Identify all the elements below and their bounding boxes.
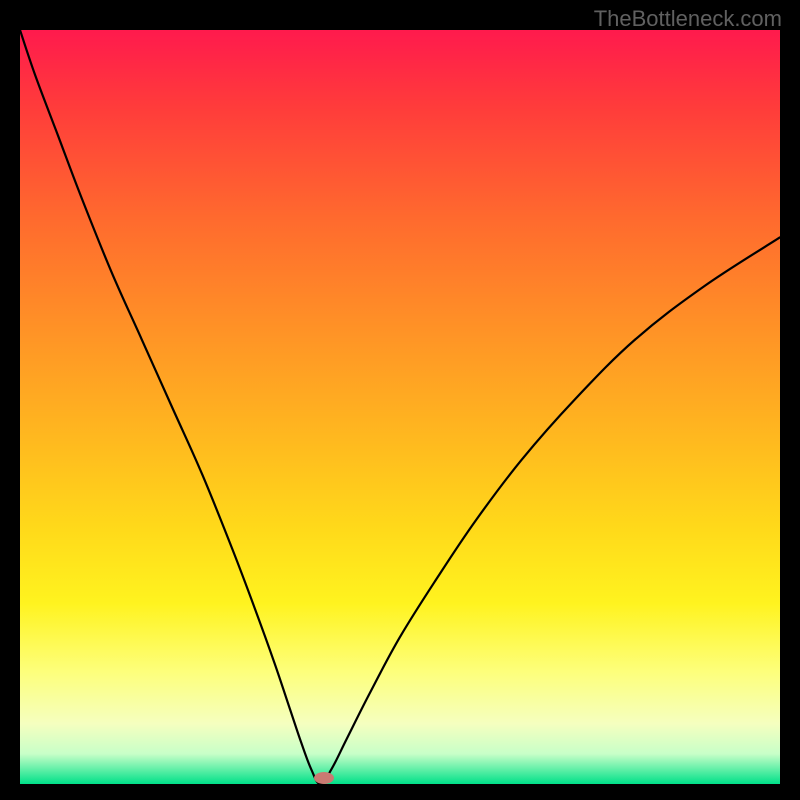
- bottleneck-curve: [20, 30, 780, 784]
- stage: TheBottleneck.com: [0, 0, 800, 800]
- plot-area: [20, 30, 780, 784]
- minimum-marker: [314, 772, 334, 784]
- attribution-text: TheBottleneck.com: [594, 6, 782, 32]
